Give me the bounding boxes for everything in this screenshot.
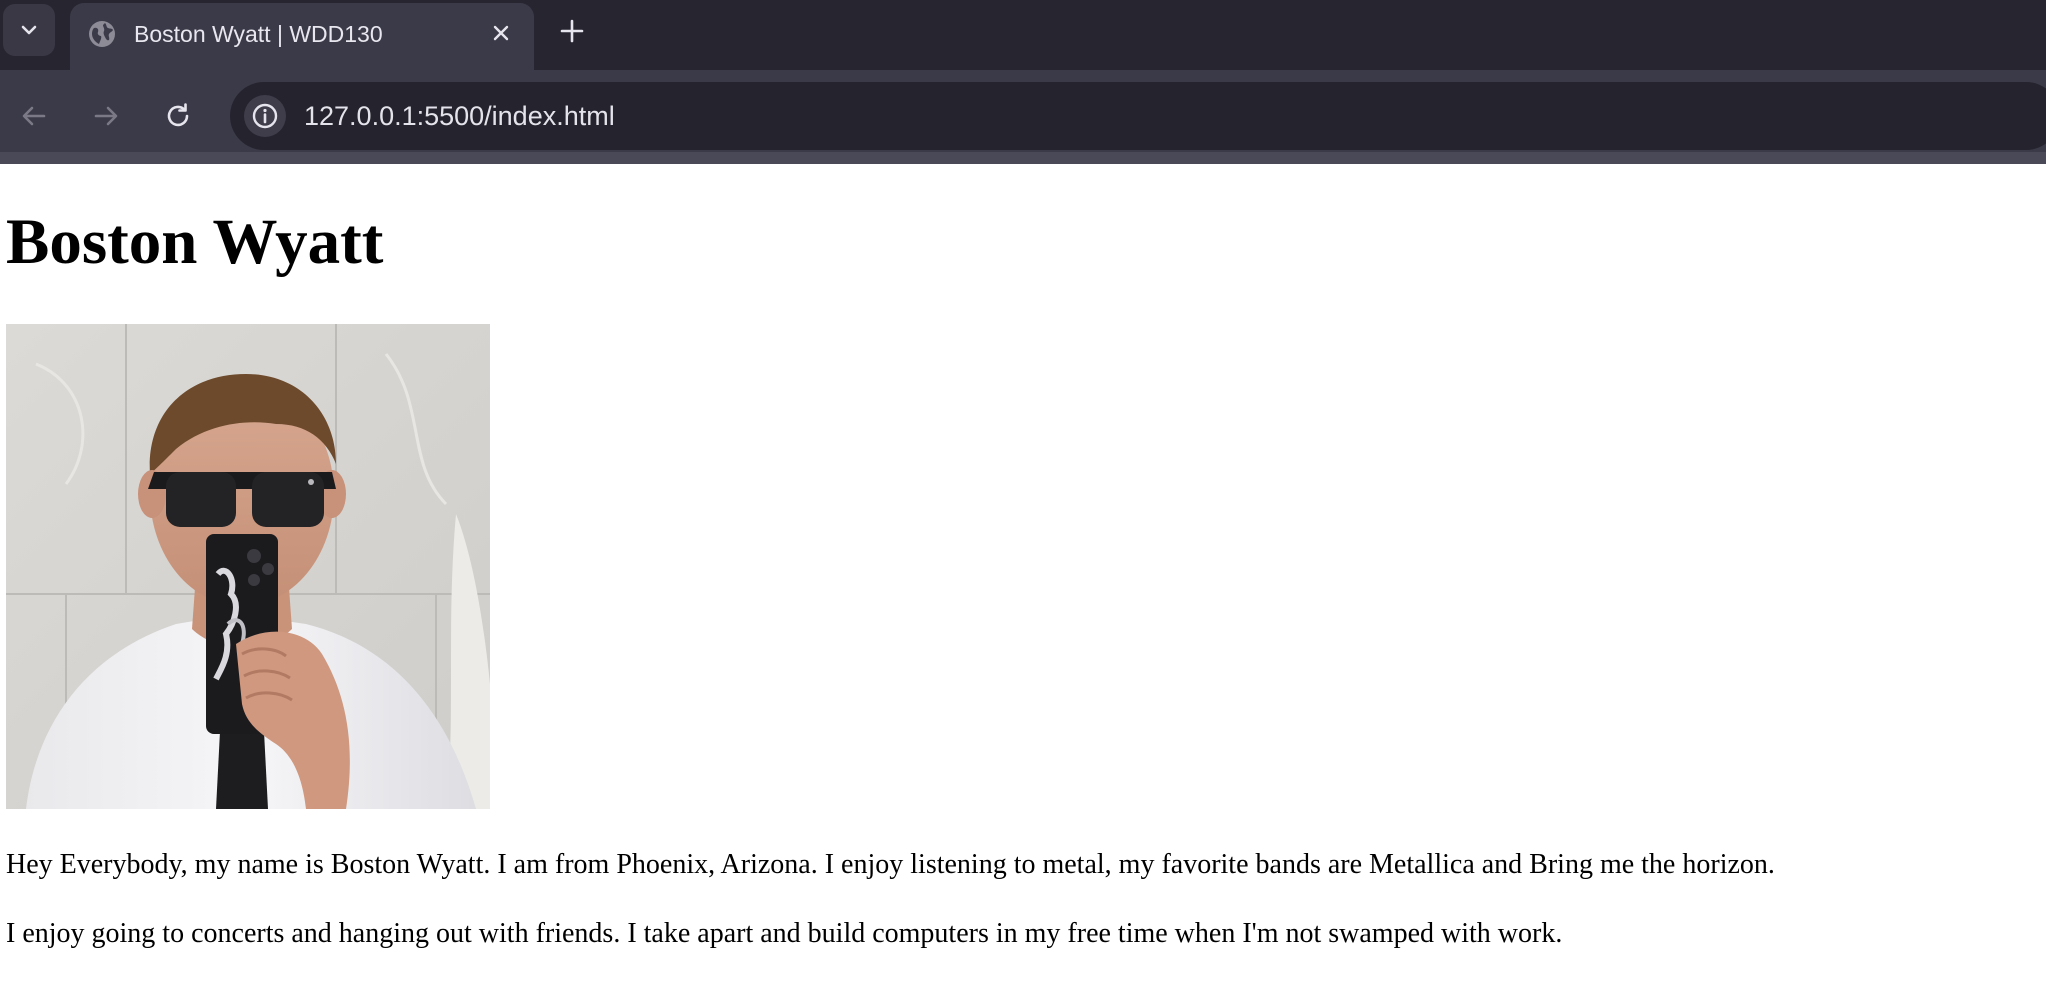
reload-icon: [167, 103, 189, 127]
page-title: Boston Wyatt: [6, 206, 384, 278]
bio-paragraph-1: Hey Everybody, my name is Boston Wyatt. …: [6, 849, 1775, 880]
url-text[interactable]: 127.0.0.1:5500/index.html: [304, 99, 615, 133]
active-tab[interactable]: Boston Wyatt | WDD130: [70, 3, 534, 70]
profile-photo: [6, 324, 490, 809]
info-icon: [252, 103, 278, 129]
tab-close-button[interactable]: [484, 16, 518, 50]
globe-icon: [89, 21, 115, 47]
close-icon: [493, 25, 509, 41]
page-content: Boston Wyatt Hey Everybody, my name is B…: [0, 164, 2046, 990]
address-bar[interactable]: 127.0.0.1:5500/index.html: [230, 82, 2046, 150]
toolbar-divider: [0, 152, 2046, 164]
reload-button[interactable]: [158, 96, 198, 136]
arrow-right-icon: [94, 106, 118, 126]
tab-search-button[interactable]: [3, 4, 55, 56]
site-info-button[interactable]: [244, 95, 286, 137]
chevron-down-icon: [21, 25, 37, 35]
tab-title: Boston Wyatt | WDD130: [134, 21, 383, 47]
forward-button[interactable]: [86, 96, 126, 136]
bio-paragraph-2: I enjoy going to concerts and hanging ou…: [6, 918, 1563, 949]
arrow-left-icon: [22, 106, 46, 126]
tab-strip: Boston Wyatt | WDD130: [0, 0, 2046, 70]
back-button[interactable]: [14, 96, 54, 136]
plus-icon: [560, 19, 584, 43]
new-tab-button[interactable]: [552, 11, 592, 51]
